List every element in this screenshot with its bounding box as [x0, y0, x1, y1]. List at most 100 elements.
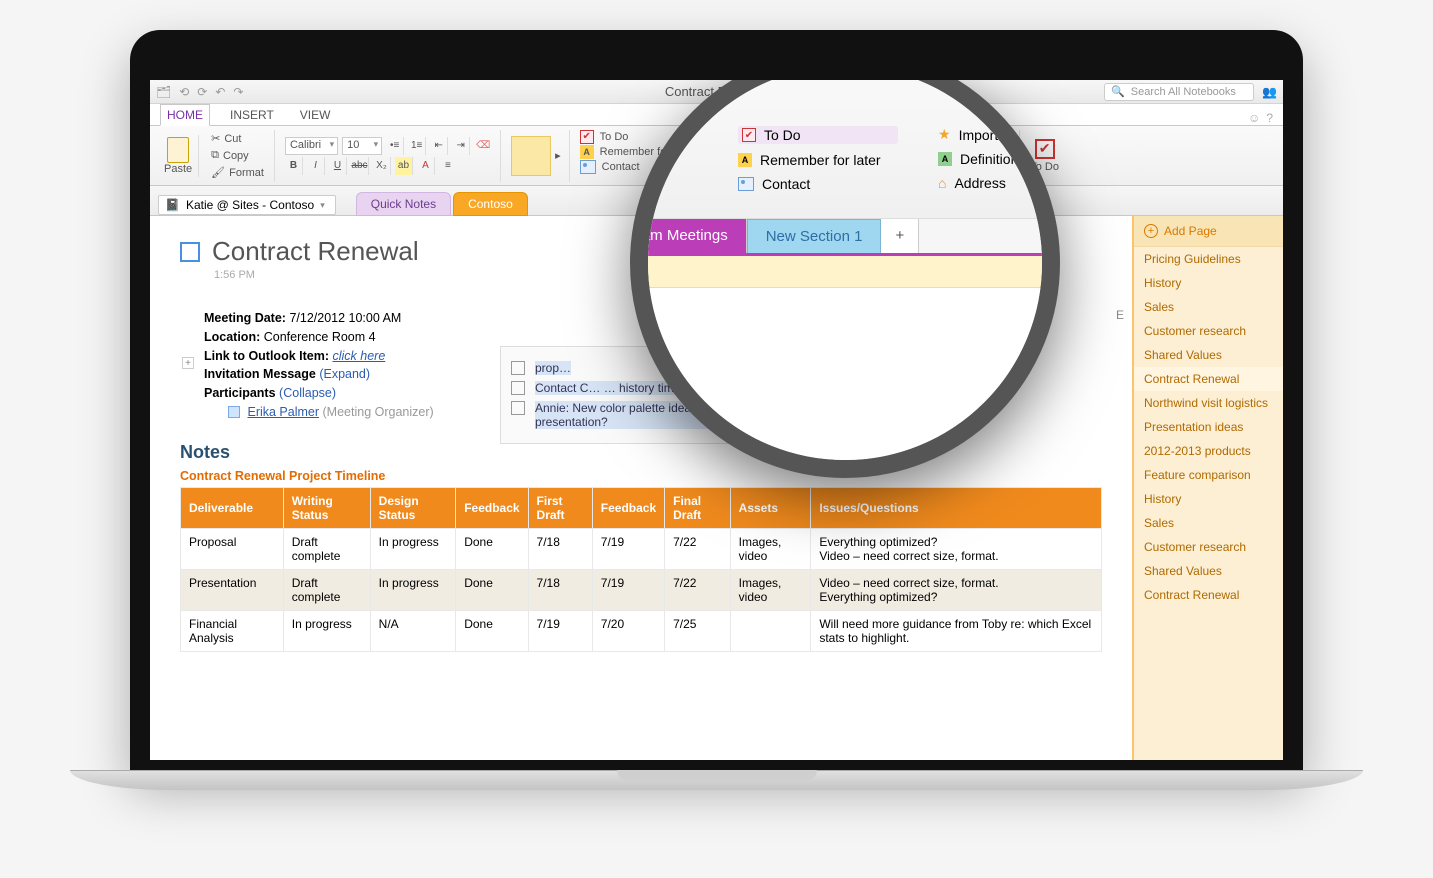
participant-name[interactable]: Erika Palmer — [247, 405, 319, 419]
bullets-icon[interactable]: •≡ — [386, 137, 404, 155]
table-cell[interactable]: N/A — [370, 610, 456, 651]
task-checkbox[interactable] — [511, 361, 525, 375]
title-todo-checkbox[interactable] — [180, 242, 200, 262]
subscript-button[interactable]: X₂ — [373, 157, 391, 175]
table-cell[interactable]: Images, video — [730, 528, 811, 569]
table-row[interactable]: Financial AnalysisIn progressN/ADone7/19… — [181, 610, 1102, 651]
table-cell[interactable]: Done — [456, 610, 528, 651]
table-cell[interactable]: Done — [456, 569, 528, 610]
page-list-item[interactable]: Contract Renewal — [1134, 367, 1283, 391]
page-title[interactable]: Contract Renewal — [212, 236, 419, 267]
task-checkbox[interactable] — [511, 381, 525, 395]
table-cell[interactable]: In progress — [370, 528, 456, 569]
table-cell[interactable]: Draft complete — [283, 569, 370, 610]
align-button[interactable]: ≡ — [439, 157, 457, 175]
undo-icon[interactable]: ↶ — [215, 85, 225, 99]
font-size-select[interactable]: 10 — [342, 137, 382, 155]
format-button[interactable]: 🖌Format — [209, 165, 266, 180]
page-list-item[interactable]: Feature comparison — [1134, 463, 1283, 487]
clear-format-icon[interactable]: ⌫ — [474, 137, 492, 155]
mag-tag-definition[interactable]: ADefinition — [938, 151, 1018, 167]
page-list-item[interactable]: Contract Renewal — [1134, 583, 1283, 607]
page-list-item[interactable]: Presentation ideas — [1134, 415, 1283, 439]
tab-insert[interactable]: INSERT — [224, 105, 280, 125]
numbering-icon[interactable]: 1≡ — [408, 137, 426, 155]
mag-tag-important[interactable]: ★Important — [938, 126, 1018, 143]
cut-button[interactable]: ✂Cut — [209, 131, 266, 146]
table-cell[interactable]: Done — [456, 528, 528, 569]
mag-tab-new-section[interactable]: New Section 1 — [747, 219, 882, 253]
page-list-item[interactable]: Customer research — [1134, 535, 1283, 559]
outlook-link[interactable]: click here — [332, 349, 385, 363]
page-list-item[interactable]: History — [1134, 271, 1283, 295]
table-cell[interactable]: 7/25 — [665, 610, 731, 651]
table-cell[interactable]: Presentation — [181, 569, 284, 610]
notebook-picker[interactable]: 📓 Katie @ Sites - Contoso ▾ — [158, 195, 336, 215]
copy-button[interactable]: ⧉Copy — [209, 148, 266, 163]
highlight-button[interactable]: ab — [395, 157, 413, 175]
tab-view[interactable]: VIEW — [294, 105, 337, 125]
person-card-icon[interactable] — [228, 406, 240, 418]
table-cell[interactable]: 7/22 — [665, 569, 731, 610]
table-cell[interactable]: Will need more guidance from Toby re: wh… — [811, 610, 1102, 651]
global-search[interactable]: 🔍 Search All Notebooks — [1104, 83, 1254, 101]
forward-icon[interactable]: ⟳ — [197, 85, 207, 99]
folder-icon[interactable]: 🗂 — [156, 85, 171, 99]
page-list-item[interactable]: 2012-2013 products — [1134, 439, 1283, 463]
redo-icon[interactable]: ↷ — [233, 85, 243, 99]
styles-gallery[interactable] — [511, 136, 551, 176]
page-list-item[interactable]: Sales — [1134, 511, 1283, 535]
mag-tag-contact[interactable]: Contact — [738, 176, 898, 192]
mag-tag-todo[interactable]: ✔To Do — [738, 126, 898, 144]
mag-tab-add-section[interactable]: + — [881, 219, 919, 253]
indent-icon[interactable]: ⇥ — [452, 137, 470, 155]
table-cell[interactable]: Everything optimized?Video – need correc… — [811, 528, 1102, 569]
expand-toggle-icon[interactable]: + — [182, 357, 194, 369]
table-cell[interactable] — [730, 610, 811, 651]
page-list-item[interactable]: Shared Values — [1134, 559, 1283, 583]
mag-tab-team[interactable]: Team Meetings — [630, 219, 747, 253]
table-cell[interactable]: Images, video — [730, 569, 811, 610]
project-table[interactable]: DeliverableWriting StatusDesign StatusFe… — [180, 487, 1102, 652]
smiley-icon[interactable]: ☺ — [1248, 111, 1260, 125]
help-icon[interactable]: ? — [1266, 111, 1273, 125]
table-cell[interactable]: Video – need correct size, format.Everyt… — [811, 569, 1102, 610]
add-page-button[interactable]: + Add Page — [1134, 216, 1283, 247]
italic-button[interactable]: I — [307, 157, 325, 175]
underline-button[interactable]: U — [329, 157, 347, 175]
table-cell[interactable]: In progress — [283, 610, 370, 651]
table-cell[interactable]: Financial Analysis — [181, 610, 284, 651]
page-list-item[interactable]: Sales — [1134, 295, 1283, 319]
paste-button[interactable]: Paste — [158, 135, 199, 177]
table-cell[interactable]: 7/19 — [592, 569, 664, 610]
page-list-item[interactable]: Pricing Guidelines — [1134, 247, 1283, 271]
font-family-select[interactable]: Calibri — [285, 137, 338, 155]
share-icon[interactable]: 👥 — [1262, 85, 1277, 99]
gallery-more-icon[interactable]: ▸ — [555, 149, 561, 162]
font-color-button[interactable]: A — [417, 157, 435, 175]
page-list-item[interactable]: Shared Values — [1134, 343, 1283, 367]
task-checkbox[interactable] — [511, 401, 525, 415]
page-list-item[interactable]: History — [1134, 487, 1283, 511]
tab-home[interactable]: HOME — [160, 104, 210, 126]
table-row[interactable]: PresentationDraft completeIn progressDon… — [181, 569, 1102, 610]
table-cell[interactable]: 7/22 — [665, 528, 731, 569]
table-cell[interactable]: Draft complete — [283, 528, 370, 569]
table-cell[interactable]: 7/19 — [528, 610, 592, 651]
outdent-icon[interactable]: ⇤ — [430, 137, 448, 155]
expand-invitation-link[interactable]: (Expand) — [319, 367, 370, 381]
strike-button[interactable]: abc — [351, 157, 369, 175]
table-row[interactable]: ProposalDraft completeIn progressDone7/1… — [181, 528, 1102, 569]
page-list-item[interactable]: Northwind visit logistics — [1134, 391, 1283, 415]
page-list-item[interactable]: Customer research — [1134, 319, 1283, 343]
table-cell[interactable]: 7/18 — [528, 528, 592, 569]
collapse-participants-link[interactable]: (Collapse) — [279, 386, 336, 400]
table-cell[interactable]: In progress — [370, 569, 456, 610]
mag-tag-remember[interactable]: ARemember for later — [738, 152, 898, 168]
table-cell[interactable]: 7/19 — [592, 528, 664, 569]
back-icon[interactable]: ⟲ — [179, 85, 189, 99]
section-tab-contoso[interactable]: Contoso — [453, 192, 528, 216]
table-cell[interactable]: 7/20 — [592, 610, 664, 651]
bold-button[interactable]: B — [285, 157, 303, 175]
section-tab-quicknotes[interactable]: Quick Notes — [356, 192, 451, 216]
